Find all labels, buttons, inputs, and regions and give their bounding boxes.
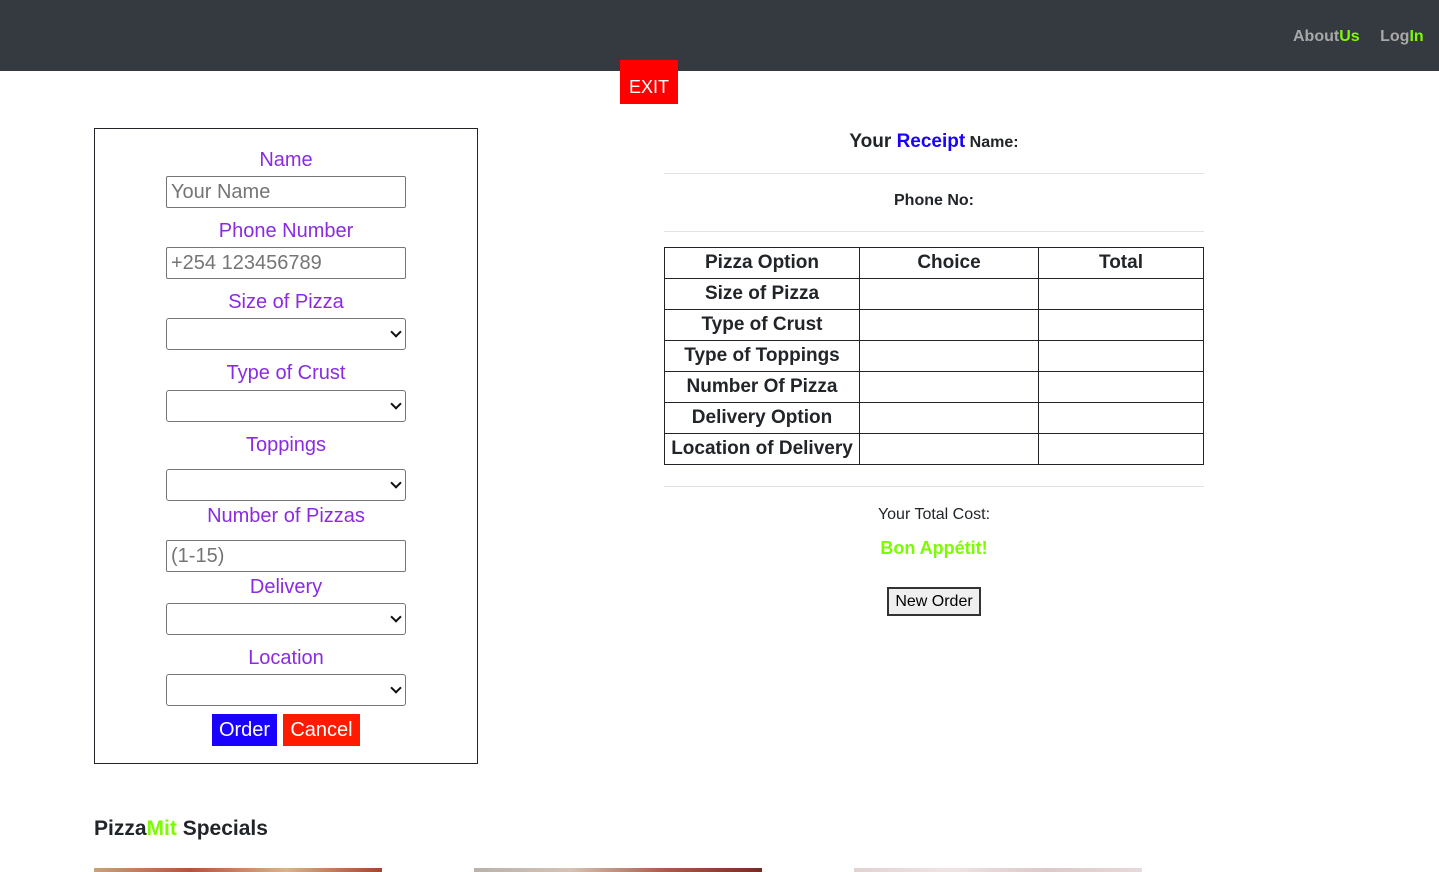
table-row: Size of Pizza <box>664 278 1204 310</box>
chevron-down-icon <box>390 682 402 694</box>
receipt-name-label: Name: <box>965 134 1019 151</box>
number-input[interactable] <box>166 540 406 572</box>
phone-input[interactable] <box>166 247 406 279</box>
number-label: Number of Pizzas <box>207 505 365 527</box>
row-option: Location of Delivery <box>664 433 860 465</box>
nav-login[interactable]: LogIn <box>1380 28 1424 45</box>
exit-button[interactable]: EXIT <box>620 60 678 104</box>
size-label: Size of Pizza <box>228 291 344 313</box>
crust-label: Type of Crust <box>226 362 346 384</box>
specials-title-highlight: Mit <box>146 817 177 840</box>
receipt-phone-label: Phone No: <box>894 192 974 209</box>
toppings-select[interactable] <box>166 469 406 501</box>
chevron-down-icon <box>390 477 402 489</box>
specials-title-suffix: Specials <box>176 817 268 840</box>
location-select[interactable] <box>166 674 406 706</box>
receipt-title: Your Receipt Name: <box>664 131 1204 153</box>
row-option: Type of Toppings <box>664 340 860 372</box>
row-option: Type of Crust <box>664 309 860 341</box>
column-header-choice: Choice <box>859 247 1039 279</box>
delivery-label: Delivery <box>249 576 323 598</box>
table-row: Type of Toppings <box>664 340 1204 372</box>
chevron-down-icon <box>390 326 402 338</box>
row-choice <box>859 340 1039 372</box>
column-header-option: Pizza Option <box>664 247 860 279</box>
specials-title-prefix: Pizza <box>94 817 147 840</box>
row-option: Size of Pizza <box>664 278 860 310</box>
table-row: Location of Delivery <box>664 433 1204 465</box>
special-pizza-image[interactable] <box>854 868 1142 872</box>
divider <box>664 231 1204 232</box>
receipt-title-highlight: Receipt <box>896 131 966 152</box>
row-choice <box>859 309 1039 341</box>
total-cost-label: Your Total Cost: <box>877 506 991 523</box>
table-row: Number Of Pizza <box>664 371 1204 403</box>
phone-label: Phone Number <box>218 220 354 242</box>
order-button[interactable]: Order <box>212 714 277 746</box>
name-input[interactable] <box>166 176 406 208</box>
specials-title: PizzaMit Specials <box>94 817 268 841</box>
row-total <box>1038 433 1204 465</box>
row-option: Number Of Pizza <box>664 371 860 403</box>
nav-about-us[interactable]: AboutUs <box>1293 28 1360 45</box>
cancel-button[interactable]: Cancel <box>283 714 360 746</box>
receipt-title-prefix: Your <box>849 131 897 152</box>
row-total <box>1038 309 1204 341</box>
column-header-total: Total <box>1038 247 1204 279</box>
nav-links: AboutUs LogIn S <box>1293 28 1439 46</box>
name-label: Name <box>259 149 313 171</box>
size-select[interactable] <box>166 318 406 350</box>
row-choice <box>859 402 1039 434</box>
receipt-table: Pizza Option Choice Total Size of Pizza … <box>664 247 1204 465</box>
bon-appetit-text: Bon Appétit! <box>880 538 988 558</box>
order-form: Name Phone Number Size of Pizza Type of … <box>94 128 478 764</box>
table-row: Type of Crust <box>664 309 1204 341</box>
delivery-select[interactable] <box>166 603 406 635</box>
special-pizza-image[interactable] <box>474 868 762 872</box>
nav-about-prefix: About <box>1293 28 1340 45</box>
row-choice <box>859 278 1039 310</box>
nav-about-suffix: Us <box>1339 28 1360 45</box>
divider <box>664 486 1204 487</box>
new-order-button[interactable]: New Order <box>887 587 981 616</box>
row-option: Delivery Option <box>664 402 860 434</box>
toppings-label: Toppings <box>245 434 327 456</box>
navbar: AboutUs LogIn S <box>0 0 1439 71</box>
row-total <box>1038 402 1204 434</box>
crust-select[interactable] <box>166 390 406 422</box>
table-row: Delivery Option <box>664 402 1204 434</box>
row-total <box>1038 340 1204 372</box>
location-label: Location <box>248 647 324 669</box>
nav-login-prefix: Log <box>1380 28 1410 45</box>
divider <box>664 173 1204 174</box>
chevron-down-icon <box>390 398 402 410</box>
chevron-down-icon <box>390 611 402 623</box>
row-total <box>1038 371 1204 403</box>
table-header-row: Pizza Option Choice Total <box>664 247 1204 279</box>
row-total <box>1038 278 1204 310</box>
row-choice <box>859 371 1039 403</box>
row-choice <box>859 433 1039 465</box>
nav-login-suffix: In <box>1409 28 1424 45</box>
special-pizza-image[interactable] <box>94 868 382 872</box>
